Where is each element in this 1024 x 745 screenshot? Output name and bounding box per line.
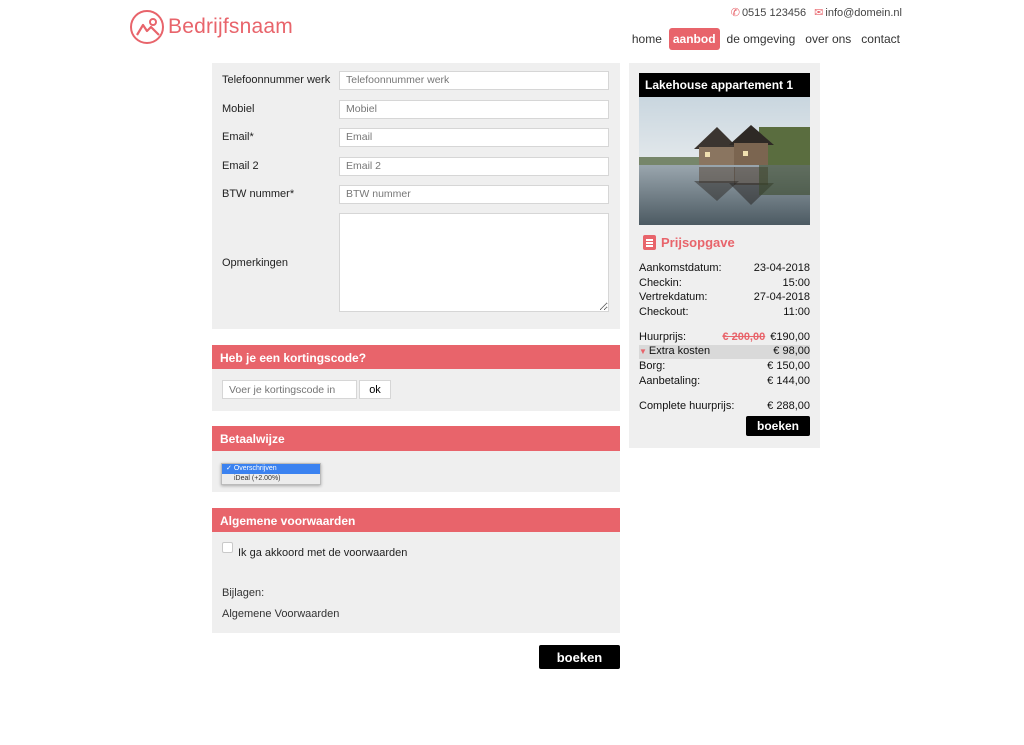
- phone-link[interactable]: ✆ 0515 123456: [731, 6, 806, 19]
- summary-row-checkout: Checkout: 11:00: [639, 306, 810, 320]
- terms-document-link[interactable]: Algemene Voorwaarden: [222, 608, 339, 620]
- payment-option-ideal[interactable]: iDeal (+2.00%): [222, 474, 320, 484]
- contact-bar: ✆ 0515 123456 ✉ info@domein.nl: [731, 6, 902, 19]
- work-phone-label: Telefoonnummer werk: [222, 74, 331, 86]
- rent-values: € 200,00 €190,00: [722, 331, 810, 345]
- remarks-textarea[interactable]: [339, 213, 609, 312]
- discount-ok-button[interactable]: ok: [359, 380, 391, 399]
- email-2-label: Email 2: [222, 160, 259, 172]
- email-address: info@domein.nl: [825, 7, 902, 19]
- nav-over-ons[interactable]: over ons: [802, 29, 854, 49]
- attachments-label: Bijlagen:: [222, 587, 265, 599]
- departure-value: 27-04-2018: [753, 291, 810, 303]
- price-quote-title: Prijsopgave: [661, 235, 735, 250]
- logo-icon: [130, 10, 164, 44]
- nav-contact[interactable]: contact: [858, 29, 903, 49]
- discount-heading: Heb je een kortingscode?: [212, 345, 620, 370]
- form-row-work-phone: Telefoonnummer werk: [222, 70, 610, 90]
- downpayment-value: € 144,00: [767, 375, 810, 387]
- form-row-remarks: Opmerkingen: [222, 213, 610, 312]
- brand-logo[interactable]: Bedrijfsnaam: [130, 10, 293, 44]
- extra-costs-value: € 98,00: [773, 345, 810, 357]
- mobile-label: Mobiel: [222, 103, 255, 115]
- downpayment-label: Aanbetaling:: [639, 375, 701, 387]
- checkin-label: Checkin:: [639, 277, 682, 289]
- summary-row-downpayment: Aanbetaling: € 144,00: [639, 375, 810, 389]
- discount-panel: ok: [212, 369, 620, 411]
- extra-costs-label: Extra kosten: [648, 345, 711, 357]
- form-row-vat: BTW nummer*: [222, 184, 610, 204]
- terms-checkbox[interactable]: [222, 542, 233, 553]
- vat-input[interactable]: [339, 184, 609, 204]
- book-button[interactable]: boeken: [539, 645, 620, 669]
- main-nav: home aanbod de omgeving over ons contact: [629, 28, 903, 50]
- deposit-label: Borg:: [639, 360, 666, 372]
- summary-row-departure: Vertrekdatum: 27-04-2018: [639, 291, 810, 305]
- nav-home[interactable]: home: [629, 29, 665, 49]
- property-title: Lakehouse appartement 1: [639, 73, 810, 97]
- terms-heading: Algemene voorwaarden: [212, 508, 620, 533]
- summary-row-arrival: Aankomstdatum: 23-04-2018: [639, 262, 810, 276]
- checkmark-icon: ✓: [226, 465, 234, 472]
- email-2-input[interactable]: [339, 156, 609, 176]
- arrival-label: Aankomstdatum:: [639, 262, 722, 274]
- vat-label: BTW nummer*: [222, 188, 295, 200]
- email-label: Email*: [222, 131, 254, 143]
- form-row-email: Email*: [222, 127, 610, 147]
- discount-code-input[interactable]: [222, 380, 357, 399]
- total-label: Complete huurprijs:: [639, 400, 735, 412]
- work-phone-input[interactable]: [339, 70, 609, 90]
- contact-details-panel: Telefoonnummer werk Mobiel Email* Email …: [212, 63, 620, 329]
- rent-old-price: € 200,00: [722, 331, 766, 343]
- brand-name: Bedrijfsnaam: [168, 15, 293, 38]
- checkout-label: Checkout:: [639, 306, 689, 318]
- payment-heading: Betaalwijze: [212, 426, 620, 451]
- departure-label: Vertrekdatum:: [639, 291, 708, 303]
- summary-row-checkin: Checkin: 15:00: [639, 277, 810, 291]
- terms-panel: Ik ga akkoord met de voorwaarden Bijlage…: [212, 532, 620, 633]
- payment-panel: ✓ Overschrijven iDeal (+2.00%): [212, 451, 620, 492]
- email-link[interactable]: ✉ info@domein.nl: [814, 6, 902, 19]
- nav-aanbod[interactable]: aanbod: [668, 28, 720, 50]
- rent-new-price: €190,00: [770, 331, 810, 343]
- price-quote-heading: Prijsopgave: [643, 235, 735, 250]
- payment-option-overschrijven[interactable]: ✓ Overschrijven: [222, 464, 320, 474]
- email-input[interactable]: [339, 127, 609, 147]
- extra-costs-toggle[interactable]: ▼ Extra kosten: [639, 345, 710, 359]
- payment-option-label: Overschrijven: [233, 465, 277, 472]
- property-photo: [639, 97, 810, 225]
- form-row-email-2: Email 2: [222, 156, 610, 176]
- booking-summary-card: Lakehouse appartement 1 Prijsopgave Aank…: [629, 63, 820, 448]
- payment-method-select[interactable]: ✓ Overschrijven iDeal (+2.00%): [221, 463, 321, 485]
- receipt-icon: [643, 235, 656, 250]
- checkin-value: 15:00: [782, 277, 810, 289]
- summary-row-extra-costs[interactable]: ▼ Extra kosten € 98,00: [639, 345, 810, 359]
- total-value: € 288,00: [767, 400, 810, 412]
- terms-agree-label[interactable]: Ik ga akkoord met de voorwaarden: [238, 547, 407, 559]
- phone-icon: ✆: [730, 7, 740, 19]
- triangle-down-icon: ▼: [639, 347, 647, 356]
- form-row-mobile: Mobiel: [222, 99, 610, 119]
- mail-icon: ✉: [814, 7, 824, 19]
- summary-row-rent: Huurprijs: € 200,00 €190,00: [639, 331, 810, 345]
- remarks-label: Opmerkingen: [222, 256, 289, 269]
- arrival-value: 23-04-2018: [753, 262, 810, 274]
- checkout-value: 11:00: [783, 306, 810, 318]
- nav-de-omgeving[interactable]: de omgeving: [724, 29, 799, 49]
- rent-label: Huurprijs:: [639, 331, 687, 343]
- summary-row-total: Complete huurprijs: € 288,00: [639, 400, 810, 414]
- deposit-value: € 150,00: [767, 360, 810, 372]
- phone-number: 0515 123456: [741, 7, 807, 19]
- summary-book-button[interactable]: boeken: [746, 416, 810, 436]
- summary-row-deposit: Borg: € 150,00: [639, 360, 810, 374]
- mobile-input[interactable]: [339, 99, 609, 119]
